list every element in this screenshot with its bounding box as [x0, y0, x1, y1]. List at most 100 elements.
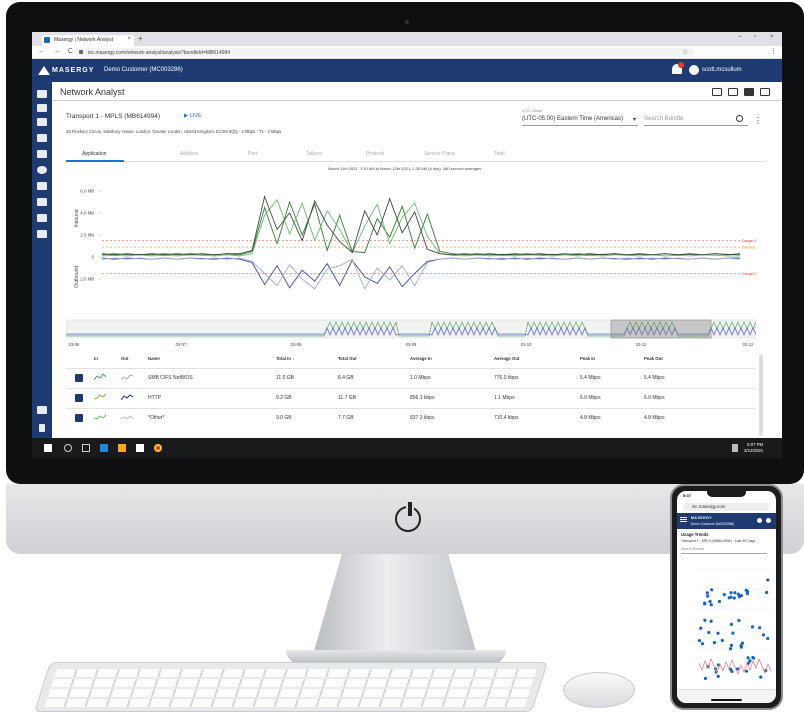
table-scrollbar[interactable] — [759, 354, 763, 436]
search-icon[interactable] — [736, 115, 743, 122]
new-tab-button[interactable]: + — [138, 34, 143, 43]
tab-protocol[interactable]: Protocol — [366, 151, 384, 157]
browser-tab-strip: Masergy | Network Analyst × + – ▫ × — [32, 32, 782, 46]
network-tray-icon[interactable] — [732, 444, 738, 452]
outbound-sparkline-icon — [121, 374, 133, 381]
tab-total[interactable]: Total — [494, 151, 505, 157]
table-row[interactable]: SMB CIFS NetBIOS 11.0 GB 8.4 GB 1.0 Mbps… — [66, 368, 756, 386]
table-row[interactable]: *Other* 9.0 GB 7.7 GB 837.3 kbps 710.4 k… — [66, 408, 756, 426]
user-avatar-icon[interactable] — [689, 65, 699, 75]
phone-scatter-point — [759, 675, 763, 679]
traffic-chart[interactable]: 6.0 Mb 4.0 Mb 2.0 Mb 0 2.0 Mb Inbound Outbound… — [66, 172, 756, 322]
analytics-icon[interactable] — [37, 198, 47, 206]
store-icon[interactable] — [136, 444, 144, 452]
mouse — [563, 672, 635, 708]
phone-bell-icon[interactable] — [757, 518, 762, 523]
globe-icon[interactable] — [37, 166, 47, 174]
chevron-down-icon: ▾ — [632, 117, 636, 123]
col-total-out[interactable]: Total Out — [338, 356, 357, 361]
power-icon — [395, 502, 421, 532]
table-row[interactable]: HTTP 9.2 GB 11.7 GB 856.1 kbps 1.1 Mbps … — [66, 388, 756, 406]
browser-menu-icon[interactable]: ⋮ — [770, 47, 777, 55]
more-options-icon[interactable]: ⋮ — [754, 116, 762, 125]
topology-icon[interactable] — [37, 182, 47, 190]
phone-scatter-point — [720, 638, 724, 643]
live-indicator[interactable]: ▶ LIVE — [184, 113, 202, 119]
phone-home-indicator — [711, 699, 742, 701]
customer-name[interactable]: Demo Customer (MC003286) — [104, 67, 183, 73]
cell-peak-in: 4.8 Mbps — [580, 415, 601, 421]
cell-total-in: 9.2 GB — [276, 395, 292, 401]
security-icon[interactable] — [37, 214, 47, 222]
phone-scatter-point — [703, 676, 708, 681]
phone-scatter-point — [727, 596, 731, 600]
url-bar[interactable]: isc.masergy.com/network-analyst/analysis… — [74, 48, 694, 57]
home-icon[interactable] — [37, 406, 47, 414]
task-view-icon[interactable] — [82, 444, 90, 452]
bar-chart-icon[interactable] — [37, 150, 47, 158]
phone-search-input[interactable]: Search Bundle — [681, 547, 767, 554]
phone-screen: 5:07 isc.masergy.com MASERGY Demo Custom… — [677, 491, 776, 703]
bookmark-star-icon[interactable]: ☆ — [682, 48, 688, 56]
col-average-in[interactable]: Average In — [410, 356, 432, 361]
phone-scatter-point — [729, 643, 734, 647]
timezone-select[interactable]: (UTC-05:00) Eastern Time (Americas) ▾ — [522, 116, 638, 126]
col-peak-in[interactable]: Peak In — [580, 356, 595, 361]
row-checkbox[interactable] — [75, 374, 83, 382]
taskbar-clock[interactable]: 5:07 PM 3/12/2021 — [744, 442, 763, 454]
y-axis-label-outbound: Outbound — [74, 266, 80, 288]
row-checkbox[interactable] — [75, 394, 83, 402]
calendar-icon[interactable] — [728, 88, 738, 96]
edge-icon[interactable] — [100, 444, 108, 452]
search-taskbar-icon[interactable] — [64, 444, 72, 452]
chat-icon[interactable] — [760, 88, 770, 96]
browser-nav-buttons[interactable]: ← → C — [38, 48, 76, 55]
close-tab-icon[interactable]: × — [127, 36, 131, 42]
tab-port[interactable]: Port — [248, 151, 257, 157]
browser-tab[interactable]: Masergy | Network Analyst × — [42, 35, 134, 46]
username[interactable]: scott.mcsullum — [702, 67, 742, 73]
phone-scatter-point — [716, 674, 720, 678]
tab-application[interactable]: Application — [82, 151, 106, 157]
navigator-tick-label: 03-09 — [406, 342, 417, 346]
masergy-logo-icon — [38, 66, 50, 75]
tab-service-plane[interactable]: Service Plane — [424, 151, 455, 157]
network-analyst-icon[interactable] — [37, 104, 47, 112]
col-name[interactable]: Name — [148, 356, 160, 361]
navigator-tick-label: 03-07 — [176, 342, 187, 346]
phone-url-bar[interactable]: isc.masergy.com — [683, 503, 769, 511]
expand-chevron-icon[interactable] — [39, 424, 45, 432]
phone-scatter-point — [729, 622, 734, 627]
close-window-button[interactable]: × — [770, 34, 774, 40]
cell-peak-in: 6.0 Mbps — [580, 395, 601, 401]
dashboard-icon[interactable] — [37, 90, 47, 98]
maximize-button[interactable]: ▫ — [754, 34, 756, 40]
minimize-button[interactable]: – — [738, 34, 741, 40]
reports-icon[interactable] — [37, 118, 47, 126]
phone-icon[interactable] — [37, 230, 47, 238]
col-peak-out[interactable]: Peak Out — [644, 356, 663, 361]
cell-peak-out: 6.0 Mbps — [644, 395, 665, 401]
phone-scatter-point — [708, 599, 712, 603]
phone-user-icon[interactable] — [766, 518, 771, 523]
search-bundle-input[interactable]: Search Bundle — [644, 116, 748, 126]
file-explorer-icon[interactable] — [118, 444, 126, 452]
add-widget-icon[interactable] — [744, 88, 754, 96]
windows-start-icon[interactable] — [44, 444, 52, 452]
tab-address[interactable]: Address — [180, 151, 198, 157]
chrome-icon[interactable] — [154, 444, 162, 452]
row-checkbox[interactable] — [75, 414, 83, 422]
phone-scatter-point — [748, 659, 752, 663]
col-total-in[interactable]: Total In ↓ — [276, 356, 294, 361]
grid-icon[interactable] — [37, 134, 47, 142]
cell-total-out: 11.7 GB — [338, 395, 356, 401]
navigator-tick-label: 03-08 — [291, 342, 302, 346]
col-average-out[interactable]: Average Out — [494, 356, 519, 361]
tab-talkers[interactable]: Talkers — [306, 151, 322, 157]
export-icon[interactable] — [712, 88, 722, 96]
y-tick-label: 2.0 Mb — [80, 233, 94, 238]
series-line — [101, 198, 740, 257]
time-navigator[interactable]: 03-06 03-07 03-08 03-09 03-10 03-11 03-12 — [66, 302, 756, 346]
phone-scatter-point — [728, 647, 733, 651]
hamburger-menu-icon[interactable] — [680, 517, 687, 518]
